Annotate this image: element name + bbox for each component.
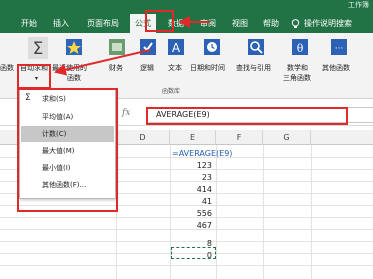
annotation-box-formula-bar: [146, 107, 348, 125]
financial-icon[interactable]: [107, 37, 127, 59]
autosum-icon[interactable]: Σ: [28, 37, 48, 59]
more-functions-button[interactable]: 其他函数: [322, 64, 350, 73]
svg-text:Σ: Σ: [33, 39, 44, 59]
annotation-box-dropdown: [17, 88, 118, 212]
svg-text:θ: θ: [297, 42, 304, 55]
tab-help[interactable]: 帮助: [263, 17, 279, 30]
cell-e-value[interactable]: 414: [172, 184, 212, 195]
cell-e-value[interactable]: 41: [172, 196, 212, 207]
lightbulb-icon: [291, 19, 300, 28]
active-cell-border: [171, 247, 216, 259]
grid-line: [0, 265, 373, 266]
logical-icon[interactable]: [138, 37, 158, 59]
grid-line: [263, 145, 264, 279]
more-functions-icon[interactable]: ···: [329, 37, 349, 59]
column-header-g[interactable]: G: [263, 130, 311, 145]
calendar-clock-icon[interactable]: [202, 37, 222, 59]
annotation-box-formulas-tab: [145, 10, 174, 32]
text-button[interactable]: 文本: [168, 64, 182, 73]
tab-home[interactable]: 开始: [21, 17, 37, 30]
function-library-group-label: 函数库: [162, 88, 181, 95]
cell-e-value[interactable]: 23: [172, 172, 212, 183]
column-header-e[interactable]: E: [170, 130, 216, 145]
menu-bar: 工作簿 开始 插入 页面布局 公式 数据 审阅 视图 帮助 操作说明搜索: [0, 0, 373, 33]
tab-review[interactable]: 审阅: [200, 17, 216, 30]
lookup-button[interactable]: 查找与引用: [236, 64, 271, 73]
insert-function-icon[interactable]: fx: [122, 108, 130, 118]
recent-functions-button[interactable]: 最近使用的: [52, 64, 87, 73]
grid-line: [311, 145, 312, 279]
window-title: 工作簿: [348, 1, 369, 9]
tab-page-layout[interactable]: 页面布局: [87, 17, 119, 30]
datetime-button[interactable]: 日期和时间: [190, 64, 225, 73]
logical-button[interactable]: 逻辑: [140, 64, 154, 73]
annotation-box-autosum: [17, 64, 51, 89]
math-trig-line2: 三角函数: [283, 74, 311, 82]
lookup-icon[interactable]: [246, 37, 266, 59]
math-trig-icon[interactable]: θ: [290, 37, 310, 59]
cell-e-value[interactable]: 123: [172, 160, 212, 171]
svg-text:A: A: [172, 41, 181, 55]
grid-line: [216, 145, 217, 279]
cell-e-formula[interactable]: =AVERAGE(E9): [172, 148, 232, 159]
cell-e-value[interactable]: 556: [172, 208, 212, 219]
text-function-icon[interactable]: A: [166, 37, 186, 59]
tab-view[interactable]: 视图: [232, 17, 248, 30]
tell-me-search[interactable]: 操作说明搜索: [304, 17, 352, 30]
recent-functions-line2: 函数: [67, 74, 81, 82]
column-header-f[interactable]: F: [216, 130, 263, 145]
column-header-d[interactable]: D: [116, 130, 170, 145]
financial-button[interactable]: 财务: [109, 64, 123, 73]
math-trig-button[interactable]: 数学和: [287, 64, 308, 73]
svg-text:···: ···: [335, 44, 344, 54]
cell-e-value[interactable]: 467: [172, 220, 212, 231]
insert-function-label[interactable]: 函数: [0, 64, 14, 73]
tab-insert[interactable]: 插入: [53, 17, 69, 30]
star-icon[interactable]: [64, 37, 84, 59]
